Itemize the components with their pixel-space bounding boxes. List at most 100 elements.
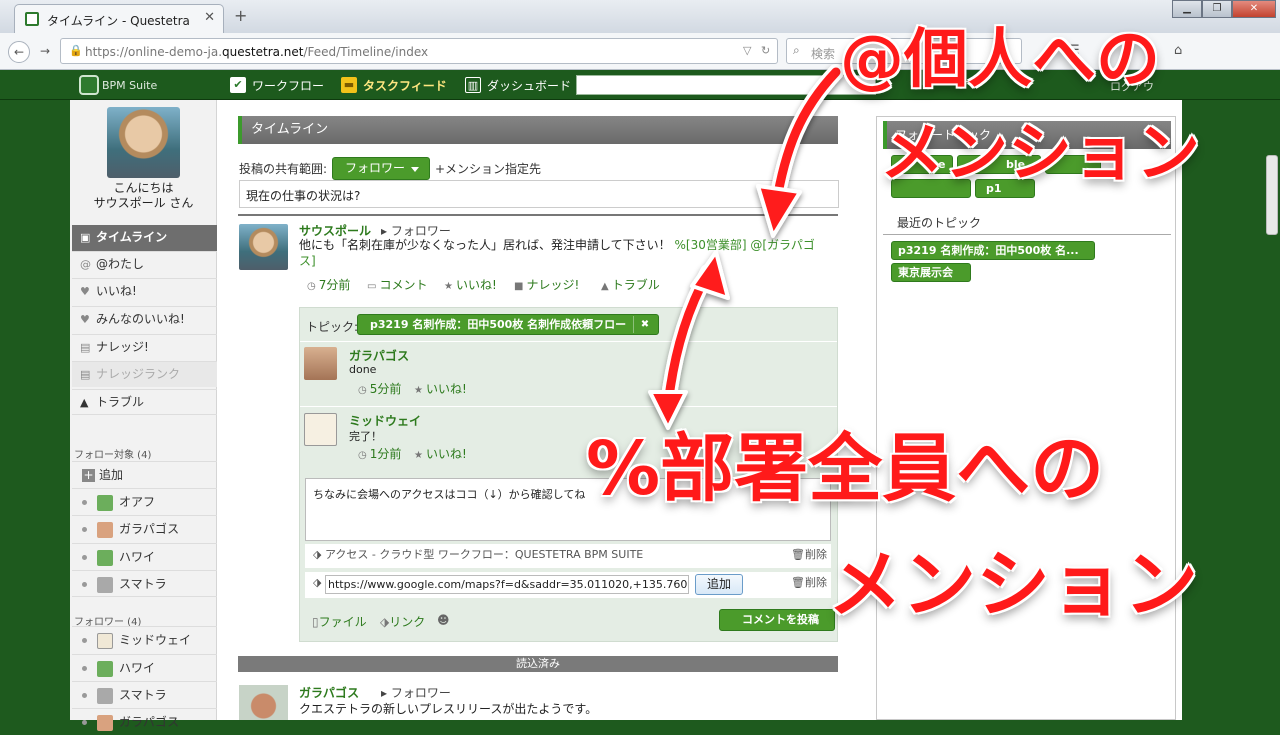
check-icon: ✔ xyxy=(230,77,246,93)
scrollbar[interactable] xyxy=(1266,155,1278,235)
share-scope-dropdown[interactable]: フォロワー xyxy=(332,157,430,180)
user-avatar[interactable] xyxy=(107,107,180,178)
follower-item[interactable]: ミッドウェイ xyxy=(72,626,217,653)
delete-label: 削除 xyxy=(805,576,827,589)
like-link[interactable]: ★ いいね! xyxy=(444,276,497,293)
nav-workflow[interactable]: ✔ ワークフロー xyxy=(230,70,324,100)
following-item[interactable]: ハワイ xyxy=(72,543,217,570)
user-mention-link[interactable]: @[ガラパゴ xyxy=(750,238,815,252)
logo-icon[interactable] xyxy=(79,75,99,95)
link-url-input[interactable]: https://www.google.com/maps?f=d&saddr=35… xyxy=(325,575,689,594)
reload-icon[interactable]: ↻ xyxy=(761,44,770,57)
comment-link[interactable]: ▭ コメント xyxy=(367,276,427,293)
address-bar[interactable]: 🔒 https://online-demo-ja.questetra.net/F… xyxy=(60,38,778,64)
app-search-input[interactable] xyxy=(576,75,876,95)
follower-item[interactable]: ハワイ xyxy=(72,654,217,681)
close-window-button[interactable]: ✕ xyxy=(1232,0,1276,18)
avatar xyxy=(97,660,113,677)
avatar xyxy=(97,632,113,649)
add-link-button[interactable]: 追加 xyxy=(695,574,743,595)
dropdown-icon[interactable]: ▽ xyxy=(743,44,751,57)
post-audience-label: フォロワー xyxy=(390,224,451,238)
follower-item[interactable]: スマトラ xyxy=(72,681,217,708)
following-item[interactable]: ガラパゴス xyxy=(72,515,217,542)
following-name: ハワイ xyxy=(119,550,156,564)
user-mention-tail[interactable]: ス] xyxy=(299,254,316,268)
book-icon: ■ xyxy=(514,281,524,292)
post-time[interactable]: ◷ 7分前 xyxy=(307,276,350,293)
avatar xyxy=(97,714,113,731)
speech-bubble-icon: ▬ xyxy=(341,77,357,93)
add-following-button[interactable]: + 追加 xyxy=(72,461,217,488)
sidebar-item-knowledge[interactable]: ▤ ナレッジ! xyxy=(72,334,217,360)
forward-icon[interactable]: → xyxy=(34,41,56,63)
sidebar-item-timeline[interactable]: ▣ タイムライン xyxy=(72,225,217,251)
comment-like-link[interactable]: ★ いいね! xyxy=(414,380,467,397)
maximize-button[interactable]: ❐ xyxy=(1202,0,1232,18)
delete-label: 削除 xyxy=(805,548,827,561)
sidebar-item-label: @わたし xyxy=(96,257,145,271)
nav-dashboard[interactable]: ▥ ダッシュボード xyxy=(465,70,571,100)
sidebar-item-label: トラブル xyxy=(96,395,145,409)
comment-author[interactable]: ミッドウェイ xyxy=(349,412,421,429)
delete-attachment-button[interactable]: 🗑削除 xyxy=(791,544,827,566)
following-item[interactable]: オアフ xyxy=(72,488,217,515)
attachment-title[interactable]: アクセス - クラウド型 ワークフロー：QUESTETRA BPM SUITE xyxy=(325,548,643,561)
nav-taskfeed[interactable]: ▬ タスクフィード xyxy=(341,70,447,100)
bullet-icon xyxy=(82,582,87,587)
post-author[interactable]: ガラパゴス xyxy=(299,684,359,701)
read-separator: 読込済み xyxy=(238,656,838,672)
follower-name: ガラパゴス xyxy=(119,715,180,729)
post-comment-button[interactable]: コメントを投稿 xyxy=(719,609,835,631)
sidebar-item-likes[interactable]: ♥ いいね! xyxy=(72,278,217,304)
comment-time-label: 1分前 xyxy=(369,447,402,461)
trouble-link[interactable]: ▲ トラブル xyxy=(601,276,660,293)
avatar[interactable] xyxy=(239,685,288,720)
delete-link-button[interactable]: 🗑削除 xyxy=(791,572,827,594)
comment-like-link[interactable]: ★ いいね! xyxy=(414,445,467,462)
browser-window: タイムライン - Questetra ✕ + ▁ ❐ ✕ ← → 🔒 https… xyxy=(0,0,1280,731)
post-input[interactable]: 現在の仕事の状況は? xyxy=(239,180,839,208)
browser-tab[interactable]: タイムライン - Questetra ✕ xyxy=(14,4,224,33)
home-icon[interactable]: ⌂ xyxy=(1174,43,1182,58)
sidebar-item-trouble[interactable]: ▲ トラブル xyxy=(72,389,217,415)
bullet-icon xyxy=(82,666,87,671)
comment-time[interactable]: ◷ 5分前 xyxy=(358,380,401,397)
close-tab-icon[interactable]: ✕ xyxy=(204,10,215,25)
attach-link-button[interactable]: ⬗リンク xyxy=(380,613,425,630)
trouble-label: トラブル xyxy=(611,278,660,292)
group-mention-link[interactable]: %[30営業部] xyxy=(674,238,746,252)
topic-chip[interactable]: 東京展示会 xyxy=(891,263,971,282)
add-label: 追加 xyxy=(99,468,124,482)
comment-text: done xyxy=(349,363,377,376)
avatar[interactable] xyxy=(304,413,337,446)
follower-item[interactable]: ガラパゴス xyxy=(72,708,217,735)
comment-time[interactable]: ◷ 1分前 xyxy=(358,445,401,462)
share-scope-value: フォロワー xyxy=(345,161,406,175)
sidebar-item-label: みんなのいいね! xyxy=(96,312,185,326)
avatar[interactable] xyxy=(304,347,337,380)
comment-author[interactable]: ガラパゴス xyxy=(349,347,409,364)
topic-chip[interactable]: p3219 名刺作成：田中500枚 名... xyxy=(891,241,1095,260)
following-item[interactable]: スマトラ xyxy=(72,570,217,597)
mention-target-link[interactable]: +メンション指定先 xyxy=(435,160,541,177)
warning-icon: ▲ xyxy=(601,281,609,292)
new-tab-icon[interactable]: + xyxy=(234,6,247,25)
topic-label: トピック: xyxy=(306,320,359,334)
minimize-button[interactable]: ▁ xyxy=(1172,0,1202,18)
knowledge-link[interactable]: ■ ナレッジ! xyxy=(514,276,579,293)
sidebar-item-me[interactable]: @ @わたし xyxy=(72,251,217,277)
sidebar-item-knowledge-rank[interactable]: ▤ ナレッジランク xyxy=(72,361,217,387)
following-name: オアフ xyxy=(119,495,156,509)
avatar xyxy=(97,687,113,704)
sidebar-item-all-likes[interactable]: ♥ みんなのいいね! xyxy=(72,306,217,332)
follower-name: ハワイ xyxy=(119,661,156,675)
avatar[interactable] xyxy=(239,224,288,270)
post-text: クエステトラの新しいプレスリリースが出たようです。 xyxy=(299,702,598,716)
attach-file-label: ファイル xyxy=(318,615,367,629)
emoji-icon[interactable]: ☻ xyxy=(437,613,450,627)
back-icon[interactable]: ← xyxy=(8,41,30,63)
remove-topic-icon[interactable]: ✖ xyxy=(633,316,656,333)
topic-chip[interactable]: p3219 名刺作成：田中500枚 名刺作成依頼フロー ✖ xyxy=(357,314,659,335)
attach-file-button[interactable]: ▯ファイル xyxy=(312,613,367,630)
